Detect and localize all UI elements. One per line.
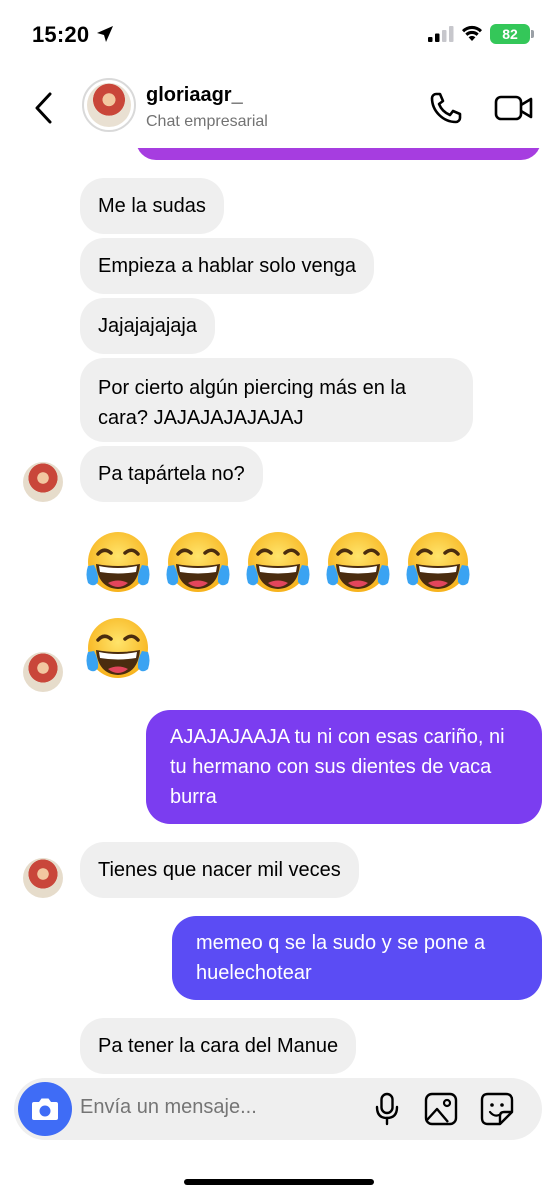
message-text: memeo q se la sudo y se pone a huelechot… [196, 932, 486, 984]
message-text: Pa tener la cara del Manue [98, 1035, 339, 1057]
microphone-icon[interactable] [372, 1092, 402, 1126]
tears-of-joy-emoji[interactable] [82, 614, 154, 686]
video-camera-icon[interactable] [494, 90, 534, 126]
battery-level: 82 [502, 26, 518, 42]
phone-icon[interactable] [428, 90, 464, 126]
message-text: Me la sudas [98, 195, 206, 217]
message-outgoing[interactable]: AJAJAJAAJA tu ni con esas cariño, ni tu … [146, 710, 542, 824]
message-incoming[interactable]: Tienes que nacer mil veces [80, 842, 359, 898]
camera-button[interactable] [18, 1082, 72, 1136]
battery-icon: 82 [490, 24, 530, 44]
wifi-icon [462, 25, 482, 41]
message-incoming[interactable]: Jajajajajaja [80, 298, 215, 354]
message-text: AJAJAJAAJA tu ni con esas cariño, ni tu … [170, 726, 505, 808]
home-indicator[interactable] [184, 1179, 374, 1185]
message-outgoing[interactable]: memeo q se la sudo y se pone a huelechot… [172, 916, 542, 1000]
sender-avatar[interactable] [23, 462, 63, 502]
back-chevron-icon[interactable] [30, 90, 60, 126]
message-input[interactable] [80, 1096, 360, 1119]
tears-of-joy-emoji[interactable] [82, 528, 154, 600]
message-incoming[interactable]: Me la sudas [80, 178, 224, 234]
status-bar: 15:20 82 [0, 0, 554, 70]
message-list[interactable]: Me la sudas Empieza a hablar solo venga … [0, 148, 554, 1078]
message-text: Pa tapártela no? [98, 463, 245, 485]
sender-avatar[interactable] [23, 652, 63, 692]
outgoing-message-partial [136, 148, 541, 160]
location-arrow-icon [97, 26, 113, 42]
message-text: Por cierto algún piercing más en la cara… [98, 377, 406, 429]
chat-subtitle: Chat empresarial [146, 113, 268, 130]
profile-avatar[interactable] [82, 78, 136, 132]
camera-icon [32, 1098, 58, 1120]
battery-nub [531, 30, 534, 38]
message-incoming[interactable]: Empieza a hablar solo venga [80, 238, 374, 294]
message-incoming[interactable]: Pa tener la cara del Manue [80, 1018, 357, 1074]
message-text: Tienes que nacer mil veces [98, 859, 341, 881]
chat-header: gloriaagr_ Chat empresarial [0, 70, 554, 148]
message-incoming[interactable]: Pa tapártela no? [80, 446, 263, 502]
image-icon[interactable] [424, 1092, 458, 1126]
status-time: 15:20 [32, 22, 90, 47]
tears-of-joy-emoji[interactable] [402, 528, 474, 600]
message-composer [14, 1078, 542, 1140]
message-incoming[interactable]: Por cierto algún piercing más en la cara… [80, 358, 473, 442]
signal-icon [428, 26, 454, 42]
message-text: Jajajajajaja [98, 315, 197, 337]
tears-of-joy-emoji[interactable] [242, 528, 314, 600]
sender-avatar[interactable] [23, 858, 63, 898]
tears-of-joy-emoji[interactable] [162, 528, 234, 600]
chat-username[interactable]: gloriaagr_ [146, 84, 243, 107]
sticker-icon[interactable] [480, 1092, 514, 1126]
tears-of-joy-emoji[interactable] [322, 528, 394, 600]
message-text: Empieza a hablar solo venga [98, 255, 356, 277]
